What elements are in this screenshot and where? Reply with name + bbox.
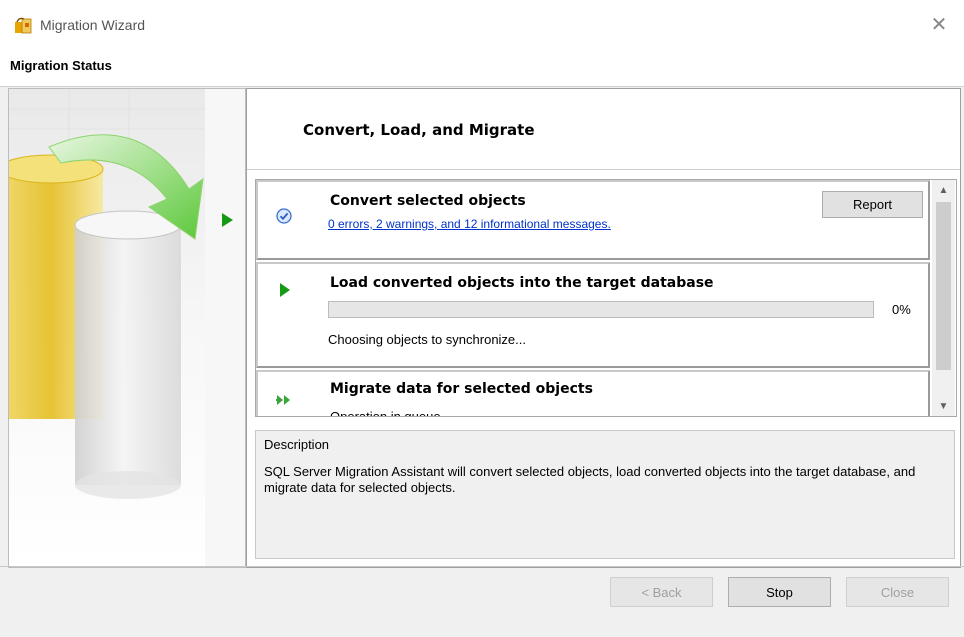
task-status: Choosing objects to synchronize... — [328, 332, 526, 347]
task-name: Convert selected objects — [330, 193, 526, 209]
progress-percent: 0% — [892, 302, 911, 317]
content-panel: Convert, Load, and Migrate Convert selec… — [246, 88, 961, 568]
title-bar: Migration Wizard ✕ — [0, 0, 964, 48]
double-arrow-icon — [276, 395, 290, 405]
task-status: Operation in queue — [330, 409, 441, 417]
close-button[interactable]: Close — [846, 577, 949, 607]
footer-divider — [0, 566, 964, 567]
close-icon[interactable]: ✕ — [924, 9, 954, 39]
report-button[interactable]: Report — [822, 191, 923, 218]
step-header: Convert, Load, and Migrate — [247, 89, 960, 170]
window-title: Migration Wizard — [40, 17, 146, 33]
scroll-up-icon[interactable]: ▲ — [932, 180, 955, 200]
stop-button[interactable]: Stop — [728, 577, 831, 607]
page-title: Migration Status — [10, 58, 112, 73]
current-step-arrow-icon — [222, 213, 233, 227]
task-name: Migrate data for selected objects — [330, 381, 593, 397]
task-convert: Convert selected objects 0 errors, 2 war… — [256, 180, 930, 260]
task-list-scrollbar[interactable]: ▲ ▼ — [932, 180, 955, 416]
load-progress-bar — [328, 301, 874, 318]
scroll-down-icon[interactable]: ▼ — [932, 396, 955, 416]
play-icon — [280, 283, 290, 297]
task-list: Convert selected objects 0 errors, 2 war… — [255, 179, 957, 417]
description-label: Description — [264, 437, 330, 452]
migration-wizard-icon — [15, 17, 32, 34]
task-load: Load converted objects into the target d… — [256, 262, 930, 368]
check-circle-icon — [276, 208, 292, 224]
step-indicator-strip — [205, 89, 245, 567]
step-title: Convert, Load, and Migrate — [303, 121, 535, 139]
back-button[interactable]: < Back — [610, 577, 713, 607]
task-migrate: Migrate data for selected objects Operat… — [256, 370, 930, 417]
task-name: Load converted objects into the target d… — [330, 275, 714, 291]
scrollbar-thumb[interactable] — [936, 202, 951, 370]
wizard-illustration — [8, 88, 246, 568]
migration-wizard-window: Migration Wizard ✕ Migration Status Conv… — [0, 0, 964, 637]
description-text: SQL Server Migration Assistant will conv… — [264, 464, 916, 495]
description-box: Description SQL Server Migration Assista… — [255, 430, 955, 559]
header-strip: Migration Status — [0, 48, 964, 87]
messages-link[interactable]: 0 errors, 2 warnings, and 12 information… — [328, 217, 611, 231]
